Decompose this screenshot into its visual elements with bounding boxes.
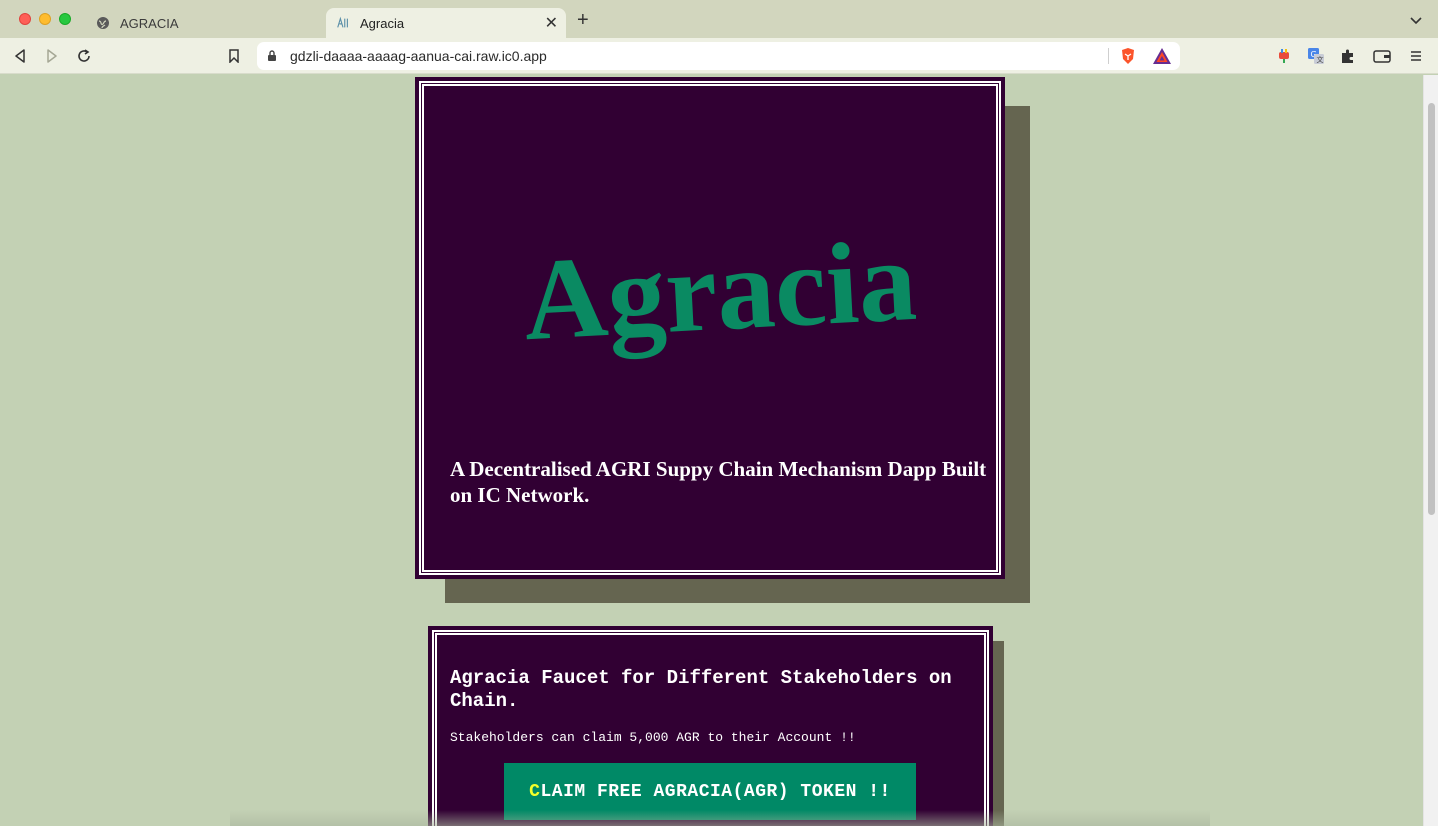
hero-card: Agracia A Decentralised AGRI Suppy Chain… <box>415 77 1005 579</box>
bookmark-icon[interactable] <box>224 46 244 66</box>
tab-title: Agracia <box>360 15 405 31</box>
tab-bar: AGRACIA Agracia ✕ + <box>0 0 1438 38</box>
reload-icon[interactable] <box>74 46 94 66</box>
claim-button-first-letter: C <box>529 781 541 802</box>
faucet-card: Agracia Faucet for Different Stakeholder… <box>428 626 993 826</box>
extension-plug-icon[interactable] <box>1274 46 1294 66</box>
extensions-puzzle-icon[interactable] <box>1338 46 1358 66</box>
lock-icon[interactable] <box>267 49 277 67</box>
svg-text:文: 文 <box>1317 55 1324 64</box>
new-tab-button[interactable]: + <box>577 10 589 30</box>
scrollbar-thumb[interactable] <box>1428 103 1435 515</box>
wallet-icon[interactable] <box>1372 46 1392 66</box>
url-text[interactable]: gdzli-daaaa-aaaag-aanua-cai.raw.ic0.app <box>290 48 547 64</box>
window-maximize-button[interactable] <box>59 13 71 25</box>
bottom-shadow <box>230 810 1210 826</box>
faucet-description: Stakeholders can claim 5,000 AGR to thei… <box>450 730 856 745</box>
address-bar[interactable]: gdzli-daaaa-aaaag-aanua-cai.raw.ic0.app <box>257 42 1180 70</box>
menu-icon[interactable] <box>1406 46 1426 66</box>
page-scrollbar[interactable] <box>1423 75 1438 826</box>
forward-icon[interactable] <box>42 46 62 66</box>
url-divider <box>1108 48 1109 64</box>
tab-title: AGRACIA <box>120 15 179 31</box>
logo-text: Agracia <box>524 221 916 361</box>
tab-close-icon[interactable]: ✕ <box>545 13 558 33</box>
translate-icon[interactable]: G文 <box>1306 46 1326 66</box>
claim-button-label: LAIM FREE AGRACIA(AGR) TOKEN !! <box>540 781 891 802</box>
tab-agracia-upper[interactable]: AGRACIA <box>86 8 324 38</box>
brave-rewards-icon[interactable] <box>1152 47 1172 70</box>
back-icon[interactable] <box>10 46 30 66</box>
browser-toolbar: gdzli-daaaa-aaaag-aanua-cai.raw.ic0.app … <box>0 38 1438 74</box>
chevron-down-icon[interactable] <box>1410 12 1422 30</box>
agracia-favicon <box>336 16 350 30</box>
globe-icon <box>96 16 110 30</box>
agracia-logo: Agracia <box>524 221 916 361</box>
tab-agracia-active[interactable]: Agracia ✕ <box>326 8 566 38</box>
window-close-button[interactable] <box>19 13 31 25</box>
window-minimize-button[interactable] <box>39 13 51 25</box>
faucet-title: Agracia Faucet for Different Stakeholder… <box>450 667 952 712</box>
brave-shields-icon[interactable] <box>1119 47 1137 70</box>
hero-tagline: A Decentralised AGRI Suppy Chain Mechani… <box>450 457 987 507</box>
